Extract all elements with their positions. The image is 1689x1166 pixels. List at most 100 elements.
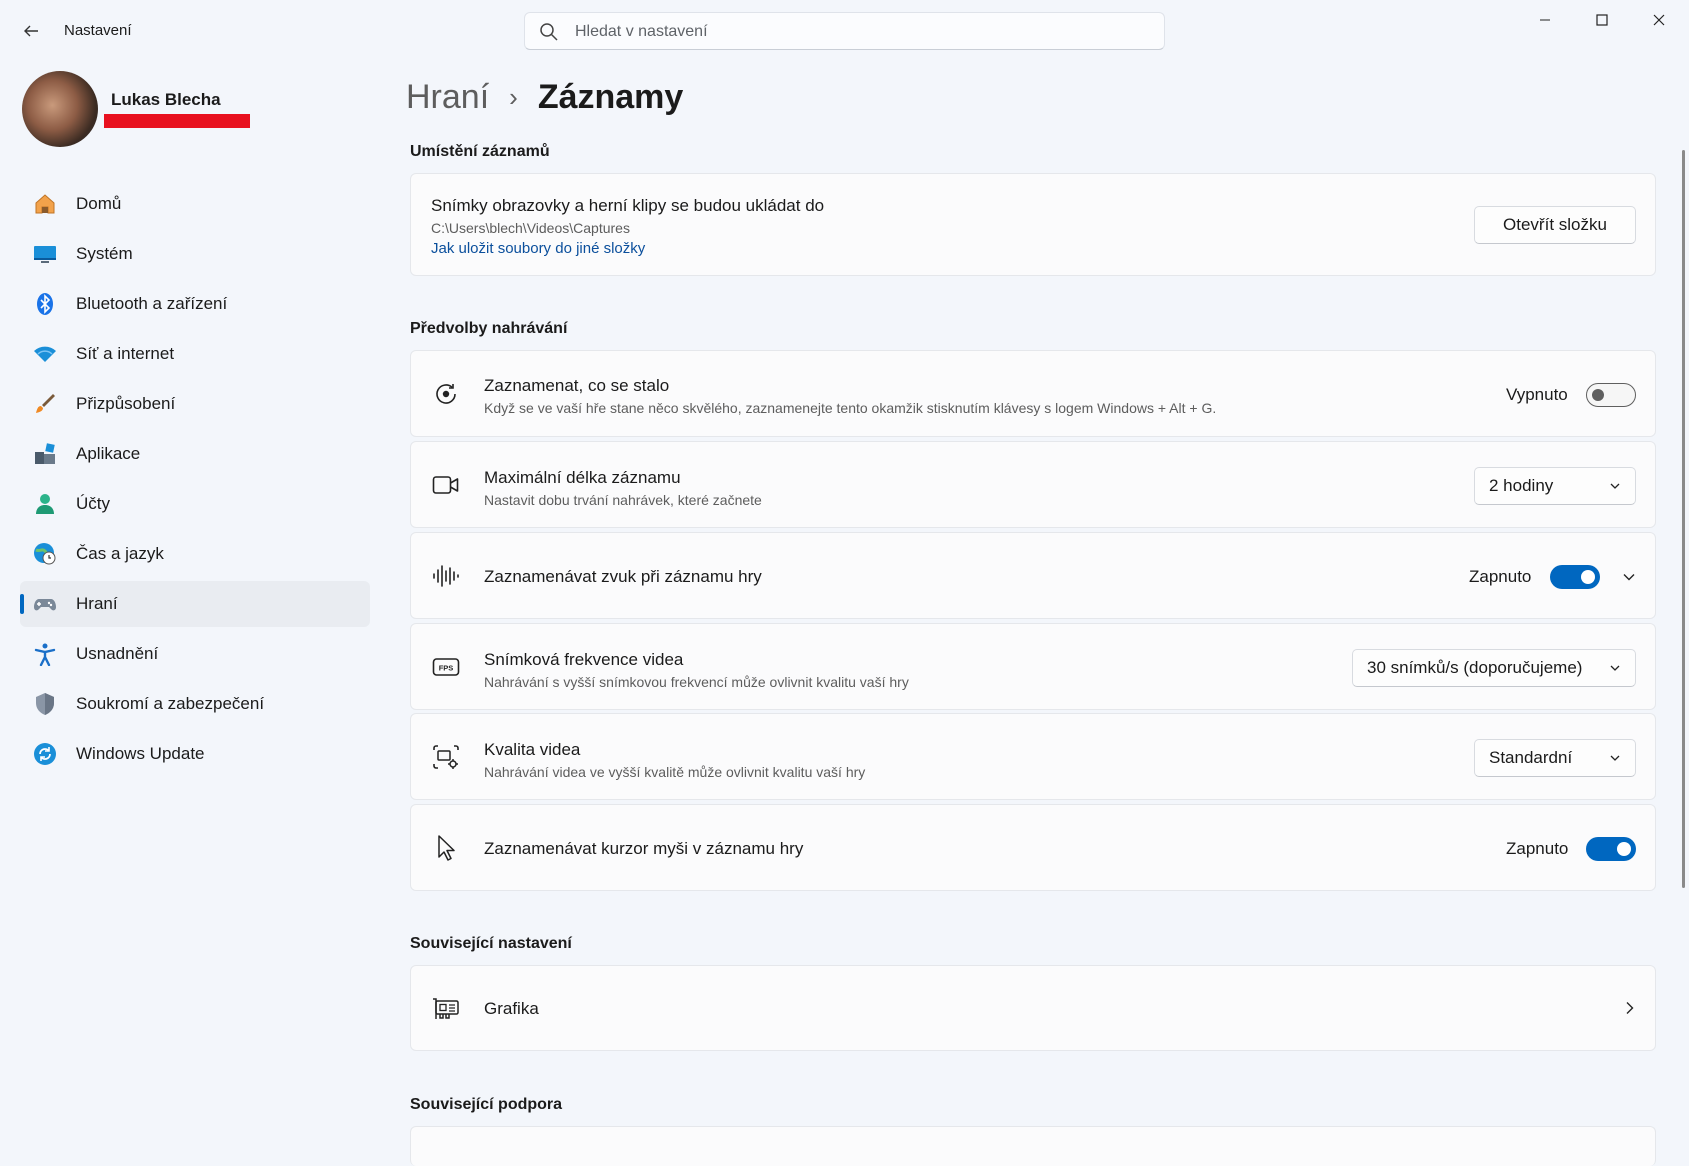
sidebar-item-accessibility[interactable]: Usnadnění [20,631,370,677]
setting-frame-rate: FPS Snímková frekvence videa Nahrávání s… [410,623,1656,710]
setting-description: Nahrávání videa ve vyšší kvalitě může ov… [484,764,866,780]
section-title-related-support: Související podpora [410,1096,563,1113]
sidebar-item-apps[interactable]: Aplikace [20,431,370,477]
gamepad-icon [33,592,57,616]
graphics-label: Grafika [484,999,539,1018]
toggle-state-label: Vypnuto [1506,385,1568,404]
setting-title: Zaznamenávat kurzor myši v záznamu hry [484,839,804,858]
section-title-location: Umístění záznamů [410,143,550,160]
chevron-down-icon[interactable] [1622,570,1636,584]
minimize-button[interactable] [1517,0,1573,40]
setting-description: Když se ve vaší hře stane něco skvělého,… [484,400,1217,416]
svg-text:FPS: FPS [439,664,454,673]
sidebar-item-privacy[interactable]: Soukromí a zabezpečení [20,681,370,727]
time-language-icon [33,542,57,566]
setting-title: Maximální délka záznamu [484,468,681,487]
sidebar-item-bluetooth[interactable]: Bluetooth a zařízení [20,281,370,327]
dropdown-value: Standardní [1489,748,1573,767]
sidebar-item-gaming[interactable]: Hraní [20,581,370,627]
sidebar-nav: Domů Systém Bluetooth a zařízení Síť a i… [20,181,370,781]
breadcrumb-parent[interactable]: Hraní [406,78,489,117]
user-profile[interactable]: Lukas Blecha [20,70,360,150]
toggle-knob [1581,570,1595,584]
setting-record-what-happened: Zaznamenat, co se stalo Když se ve vaší … [410,350,1656,437]
maximize-button[interactable] [1574,0,1630,40]
record-what-happened-toggle[interactable] [1586,383,1636,407]
search-input[interactable] [573,13,1147,51]
back-button[interactable] [14,14,48,48]
open-folder-button[interactable]: Otevřít složku [1474,206,1636,244]
account-icon [33,492,57,516]
user-name: Lukas Blecha [111,90,221,109]
sidebar-item-label: Soukromí a zabezpečení [76,694,265,713]
setting-title: Zaznamenávat zvuk při záznamu hry [484,567,762,586]
app-title: Nastavení [64,22,132,39]
setting-video-quality: Kvalita videa Nahrávání videa ve vyšší k… [410,713,1656,800]
fps-icon: FPS [431,652,461,682]
apps-icon [33,442,57,466]
brush-icon [33,392,57,416]
mouse-cursor-icon [431,833,461,863]
close-icon [1653,14,1665,26]
setting-title: Kvalita videa [484,740,581,759]
setting-record-audio: Zaznamenávat zvuk při záznamu hry Zapnut… [410,532,1656,619]
sidebar-item-time-language[interactable]: Čas a jazyk [20,531,370,577]
audio-waveform-icon [431,561,461,591]
title-bar: Nastavení [0,0,1689,64]
dropdown-value: 2 hodiny [1489,476,1554,495]
section-title-preferences: Předvolby nahrávání [410,320,568,337]
toggle-knob [1617,842,1631,856]
sidebar-item-label: Aplikace [76,444,141,463]
breadcrumb: Hraní › Záznamy [406,72,683,122]
frame-rate-dropdown[interactable]: 30 snímků/s (doporučujeme) [1352,649,1636,687]
captures-path: C:\Users\blech\Videos\Captures [431,220,630,236]
record-icon [431,379,461,409]
max-length-dropdown[interactable]: 2 hodiny [1474,467,1636,505]
sidebar-item-windows-update[interactable]: Windows Update [20,731,370,777]
record-cursor-toggle[interactable] [1586,837,1636,861]
sidebar-item-system[interactable]: Systém [20,231,370,277]
toggle-state-label: Zapnuto [1506,839,1569,858]
chevron-down-icon [1610,483,1620,489]
accessibility-icon [33,642,57,666]
sidebar-item-label: Domů [76,194,122,213]
sidebar-item-label: Hraní [76,594,118,613]
toggle-state-label: Zapnuto [1469,567,1532,586]
sidebar-item-label: Usnadnění [76,644,159,663]
captures-location-card: Snímky obrazovky a herní klipy se budou … [410,173,1656,276]
scrollbar-thumb[interactable] [1682,150,1685,888]
breadcrumb-separator: › [509,81,518,112]
toggle-knob [1592,389,1604,401]
sidebar-item-home[interactable]: Domů [20,181,370,227]
video-quality-dropdown[interactable]: Standardní [1474,739,1636,777]
search-box[interactable] [524,12,1165,51]
setting-max-length: Maximální délka záznamu Nastavit dobu tr… [410,441,1656,528]
sidebar-item-personalization[interactable]: Přizpůsobení [20,381,370,427]
maximize-icon [1596,14,1608,26]
sidebar-item-label: Systém [76,244,133,263]
change-folder-link[interactable]: Jak uložit soubory do jiné složky [431,240,645,257]
chevron-down-icon [1610,755,1620,761]
record-audio-toggle[interactable] [1550,565,1600,589]
video-settings-icon [431,742,461,772]
chevron-down-icon [1610,665,1620,671]
minimize-icon [1540,19,1550,21]
sidebar-item-label: Přizpůsobení [76,394,176,413]
update-icon [33,742,57,766]
section-title-related-settings: Související nastavení [410,935,572,952]
video-camera-icon [431,470,461,500]
shield-icon [33,692,57,716]
redacted-email [104,114,250,128]
chevron-right-icon [1626,1002,1634,1014]
setting-description: Nastavit dobu trvání nahrávek, které zač… [484,492,762,508]
related-support-card [410,1126,1656,1166]
captures-location-title: Snímky obrazovky a herní klipy se budou … [431,196,825,215]
sidebar-item-network[interactable]: Síť a internet [20,331,370,377]
graphics-link-card[interactable]: Grafika [410,965,1656,1051]
sidebar-item-accounts[interactable]: Účty [20,481,370,527]
setting-title: Zaznamenat, co se stalo [484,376,670,395]
close-button[interactable] [1631,0,1687,40]
graphics-card-icon [431,994,461,1024]
setting-description: Nahrávání s vyšší snímkovou frekvencí mů… [484,674,909,690]
home-icon [33,192,57,216]
